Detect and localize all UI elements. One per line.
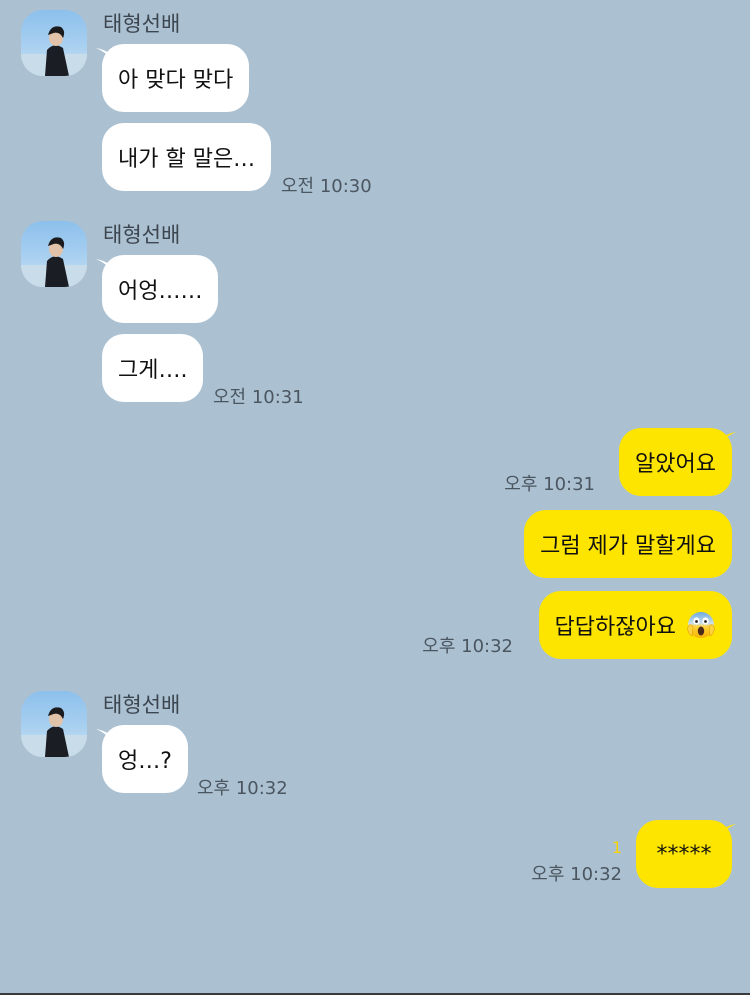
message-text: 그럼 제가 말할게요 (540, 534, 716, 559)
message-time: 오후 10:32 (197, 778, 288, 799)
profile-photo-icon (21, 237, 87, 287)
unread-count: 1 (611, 838, 622, 857)
message-bubble[interactable]: 아 맞다 맞다 (102, 44, 250, 112)
message-bubble[interactable]: ***** (636, 820, 732, 888)
message-text: 어엉…… (118, 279, 203, 304)
avatar[interactable] (21, 691, 87, 757)
profile-photo-icon (21, 707, 87, 757)
message-bubble[interactable]: 엉…? (102, 725, 188, 793)
sender-name: 태형선배 (103, 223, 181, 247)
message-bubble[interactable]: 어엉…… (102, 255, 219, 323)
avatar[interactable] (21, 10, 87, 76)
profile-photo-icon (21, 26, 87, 76)
avatar[interactable] (21, 221, 87, 287)
message-time: 오후 10:32 (531, 864, 622, 885)
sender-name: 태형선배 (103, 693, 181, 717)
message-time: 오전 10:30 (281, 176, 372, 197)
message-text: 그게…. (118, 358, 188, 383)
message-time: 오전 10:31 (213, 387, 304, 408)
message-text: 엉…? (118, 749, 172, 774)
message-time: 오후 10:31 (504, 474, 595, 495)
face-screaming-in-fear-icon (687, 612, 715, 638)
message-bubble[interactable]: 그게…. (102, 334, 204, 402)
message-text: 답답하잖아요 (554, 615, 676, 640)
message-bubble[interactable]: 그럼 제가 말할게요 (524, 510, 732, 578)
message-bubble[interactable]: 알았어요 (619, 428, 732, 496)
sender-name: 태형선배 (103, 12, 181, 36)
message-text: 내가 할 말은… (118, 147, 256, 172)
message-text: 알았어요 (635, 452, 716, 477)
message-text: 아 맞다 맞다 (118, 68, 234, 93)
message-text: ***** (656, 841, 712, 867)
message-bubble[interactable]: 내가 할 말은… (102, 123, 272, 191)
message-time: 오후 10:32 (422, 636, 513, 657)
message-bubble[interactable]: 답답하잖아요 (538, 591, 732, 659)
